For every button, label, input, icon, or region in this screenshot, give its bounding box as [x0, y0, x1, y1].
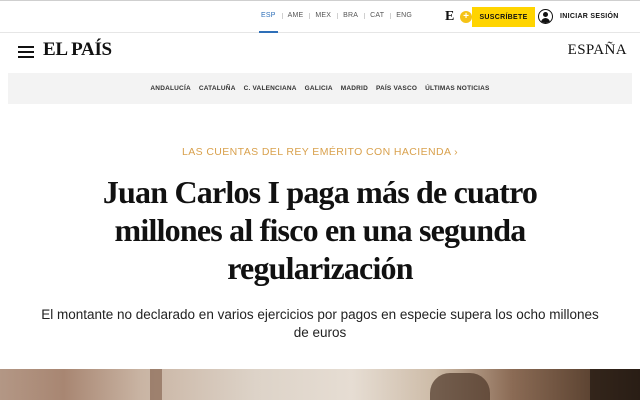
login-button[interactable]: INICIAR SESIÓN — [538, 9, 619, 24]
user-icon — [538, 9, 553, 24]
edition-esp[interactable]: ESP — [255, 11, 282, 33]
article-subheadline: El montante no declarado en varios ejerc… — [41, 307, 599, 340]
el-pais-e-logo: E — [445, 9, 455, 24]
login-label: INICIAR SESIÓN — [560, 13, 619, 20]
region-link-c-valenciana[interactable]: C. VALENCIANA — [240, 85, 301, 92]
region-link-ultimas-noticias[interactable]: ÚLTIMAS NOTICIAS — [421, 85, 493, 92]
edition-cat[interactable]: CAT — [364, 11, 390, 21]
plus-icon: + — [460, 11, 472, 23]
subscription-logo[interactable]: E + — [445, 7, 472, 27]
chevron-right-icon: › — [454, 146, 459, 158]
edition-bra[interactable]: BRA — [337, 11, 364, 21]
top-bar: ESP AME MEX BRA CAT ENG E + SUSCRÍBETE I… — [0, 0, 640, 33]
region-link-galicia[interactable]: GALICIA — [301, 85, 337, 92]
edition-mex[interactable]: MEX — [309, 11, 337, 21]
site-logo[interactable]: EL PAÍS — [43, 39, 112, 61]
article-headline: Juan Carlos I paga más de cuatro millone… — [102, 174, 538, 286]
article-kicker[interactable]: LAS CUENTAS DEL REY EMÉRITO CON HACIENDA… — [0, 146, 640, 158]
edition-title[interactable]: ESPAÑA — [568, 42, 627, 59]
article-lead-photo — [0, 369, 640, 400]
region-link-pais-vasco[interactable]: PAÍS VASCO — [372, 85, 421, 92]
hamburger-icon[interactable] — [18, 46, 34, 58]
region-link-andalucia[interactable]: ANDALUCÍA — [146, 85, 194, 92]
edition-selector: ESP AME MEX BRA CAT ENG — [255, 11, 418, 33]
region-link-madrid[interactable]: MADRID — [337, 85, 372, 92]
masthead: EL PAÍS ESPAÑA — [0, 34, 640, 72]
kicker-label: LAS CUENTAS DEL REY EMÉRITO CON HACIENDA — [181, 146, 451, 158]
region-link-cataluna[interactable]: CATALUÑA — [195, 85, 240, 92]
region-nav: ANDALUCÍA CATALUÑA C. VALENCIANA GALICIA… — [8, 73, 632, 104]
edition-eng[interactable]: ENG — [390, 11, 418, 21]
edition-ame[interactable]: AME — [281, 11, 310, 21]
top-divider — [0, 0, 640, 1]
subscribe-button[interactable]: SUSCRÍBETE — [472, 7, 535, 27]
